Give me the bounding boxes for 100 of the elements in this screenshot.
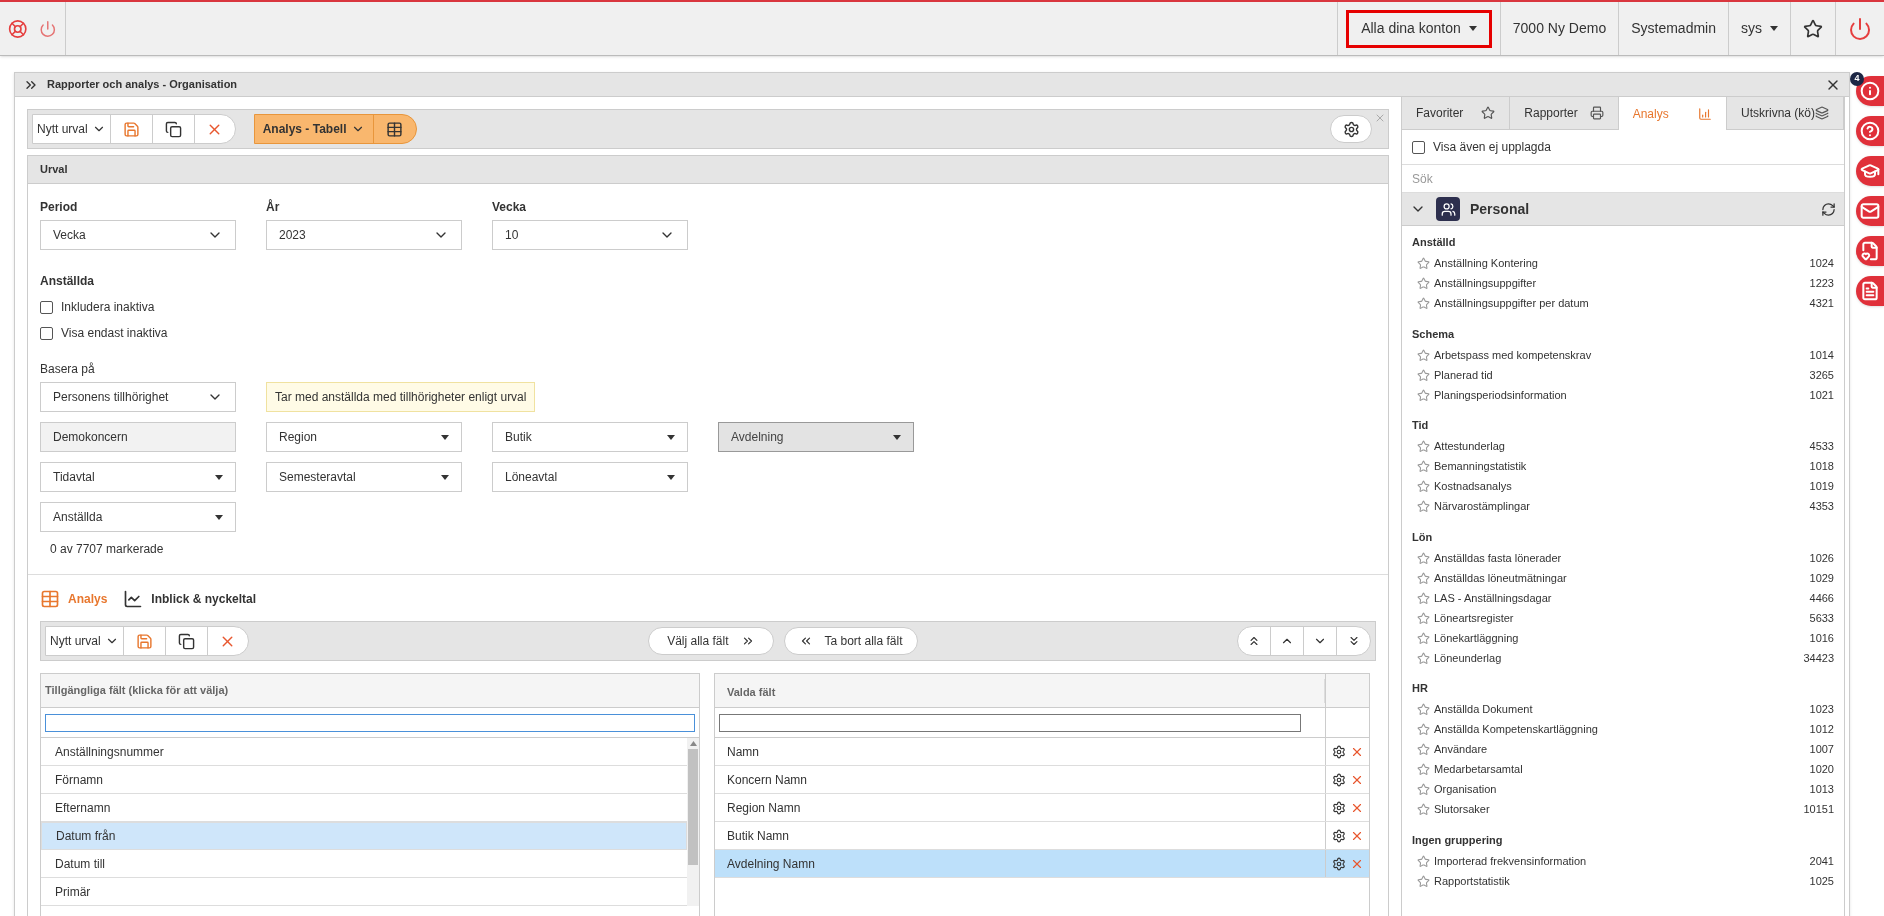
report-link[interactable]: Anställning Kontering <box>1434 255 1806 272</box>
star-icon[interactable] <box>1417 257 1430 270</box>
star-icon[interactable] <box>1417 348 1430 362</box>
report-link[interactable]: Anställda Dokument <box>1434 701 1806 718</box>
dropdown[interactable]: Vecka <box>40 220 236 250</box>
report-link[interactable]: Planerad tid <box>1434 366 1806 384</box>
report-link[interactable]: Anställningsuppgifter <box>1434 275 1806 292</box>
report-tab[interactable]: Favoriter <box>1402 97 1511 130</box>
star-icon[interactable] <box>1417 651 1430 665</box>
star-icon[interactable] <box>1417 388 1430 402</box>
dropdown[interactable]: Anställda <box>40 502 236 532</box>
report-tab[interactable]: Rapporter <box>1510 97 1619 130</box>
report-number: 4321 <box>1809 296 1834 312</box>
report-link[interactable]: Anställningsuppgifter per datum <box>1434 295 1806 312</box>
report-link[interactable]: Kostnadsanalys <box>1434 478 1806 495</box>
star-icon[interactable] <box>1417 480 1430 493</box>
star-icon[interactable] <box>1417 551 1430 565</box>
report-link[interactable]: Anställda Kompetenskartläggning <box>1434 721 1806 738</box>
star-icon[interactable] <box>1417 440 1430 453</box>
dropdown[interactable]: Semesteravtal <box>266 462 462 492</box>
report-link[interactable]: Importerad frekvensinformation <box>1434 852 1806 870</box>
star-icon[interactable] <box>1417 763 1430 776</box>
report-link[interactable]: Löneunderlag <box>1434 649 1800 667</box>
field-row[interactable]: Avdelning Namn <box>715 850 1369 878</box>
star-icon[interactable] <box>1417 631 1430 645</box>
lifebuoy-icon[interactable] <box>8 18 28 39</box>
refresh-icon[interactable] <box>1821 201 1836 217</box>
settings-icon[interactable] <box>1331 800 1346 815</box>
user-role[interactable]: Systemadmin <box>1631 18 1716 39</box>
star-icon[interactable] <box>1417 368 1430 382</box>
report-link[interactable]: Närvarostämplingar <box>1434 498 1806 515</box>
settings-icon[interactable] <box>1331 828 1346 843</box>
report-link[interactable]: Löneartsregister <box>1434 609 1806 627</box>
checkbox[interactable] <box>1412 140 1425 154</box>
company-name[interactable]: 7000 Ny Demo <box>1512 18 1607 39</box>
checkbox[interactable] <box>40 326 53 340</box>
checkbox[interactable] <box>40 300 53 314</box>
report-link[interactable]: Lönekartläggning <box>1434 629 1806 647</box>
select-all-button[interactable]: Välj alla fält <box>648 627 774 655</box>
star-icon[interactable] <box>1417 723 1430 736</box>
power-icon[interactable] <box>1848 16 1872 41</box>
account-menu[interactable]: Alla dina konton <box>1346 9 1492 48</box>
report-link[interactable]: LAS - Anställningsdagar <box>1434 589 1806 607</box>
report-link[interactable]: Rapportstatistik <box>1434 872 1806 890</box>
star-icon[interactable] <box>1417 591 1430 605</box>
report-link[interactable]: Medarbetarsamtal <box>1434 761 1806 778</box>
field-row[interactable]: Datum från <box>41 822 687 850</box>
report-link[interactable]: Anställdas löneutmätningar <box>1434 569 1806 587</box>
user-menu[interactable]: sys <box>1741 18 1778 39</box>
dropdown[interactable]: Region <box>266 422 462 452</box>
star-icon[interactable] <box>1417 611 1430 625</box>
dropdown[interactable]: Personens tillhörighet <box>40 382 236 412</box>
settings-icon[interactable] <box>1331 772 1346 787</box>
report-link[interactable]: Användare <box>1434 741 1806 758</box>
star-icon[interactable] <box>1417 297 1430 310</box>
view-tab[interactable]: Inblick & nyckeltal <box>123 589 257 609</box>
search-field[interactable]: Sök <box>1402 164 1844 193</box>
table-icon <box>40 589 60 609</box>
star-icon[interactable] <box>1417 277 1430 290</box>
report-link[interactable]: Organisation <box>1434 781 1806 798</box>
star-icon[interactable] <box>1417 854 1430 868</box>
report-link[interactable]: Anställdas fasta lönerader <box>1434 549 1806 567</box>
settings-button[interactable] <box>1330 115 1372 143</box>
power-icon[interactable] <box>39 19 57 38</box>
category-header[interactable]: Personal <box>1402 193 1844 226</box>
star-icon[interactable] <box>1803 18 1823 39</box>
star-icon[interactable] <box>1417 571 1430 585</box>
filter-field[interactable] <box>719 713 1301 732</box>
field-row[interactable]: Datum till <box>41 850 687 878</box>
field-row[interactable]: Primär <box>41 878 687 906</box>
dropdown[interactable]: 10 <box>492 220 688 250</box>
scroll-up-icon[interactable] <box>689 741 697 746</box>
dropdown[interactable]: 2023 <box>266 220 462 250</box>
field-row[interactable]: Anställningsnummer <box>41 738 687 766</box>
star-icon[interactable] <box>1417 460 1430 473</box>
report-link[interactable]: Slutorsaker <box>1434 801 1800 818</box>
report-link[interactable]: Planingsperiodsinformation <box>1434 386 1806 404</box>
filter-field[interactable] <box>45 713 695 732</box>
field-row[interactable]: Region Namn <box>715 794 1369 822</box>
remove-all-button[interactable]: Ta bort alla fält <box>783 627 918 655</box>
dropdown[interactable]: Tidavtal <box>40 462 236 492</box>
dropdown[interactable]: Löneavtal <box>492 462 688 492</box>
dropdown[interactable]: Butik <box>492 422 688 452</box>
star-icon[interactable] <box>1417 703 1430 716</box>
field-row[interactable]: Koncern Namn <box>715 766 1369 794</box>
report-link[interactable]: Arbetspass med kompetenskrav <box>1434 346 1806 364</box>
report-tab[interactable]: Utskrivna (kö) <box>1727 97 1844 130</box>
scrollbar[interactable] <box>687 738 699 906</box>
side-button[interactable] <box>1856 76 1884 106</box>
settings-icon[interactable] <box>1331 856 1346 871</box>
settings-icon[interactable] <box>1331 744 1346 759</box>
star-icon[interactable] <box>1417 803 1430 816</box>
star-icon[interactable] <box>1417 500 1430 513</box>
star-icon[interactable] <box>1417 874 1430 888</box>
field-row[interactable]: Namn <box>715 738 1369 766</box>
star-icon[interactable] <box>1417 743 1430 756</box>
report-link[interactable]: Bemanningstatistik <box>1434 458 1806 475</box>
field-row[interactable]: Förnamn <box>41 766 687 794</box>
star-icon[interactable] <box>1417 783 1430 796</box>
report-link[interactable]: Attestunderlag <box>1434 438 1806 455</box>
